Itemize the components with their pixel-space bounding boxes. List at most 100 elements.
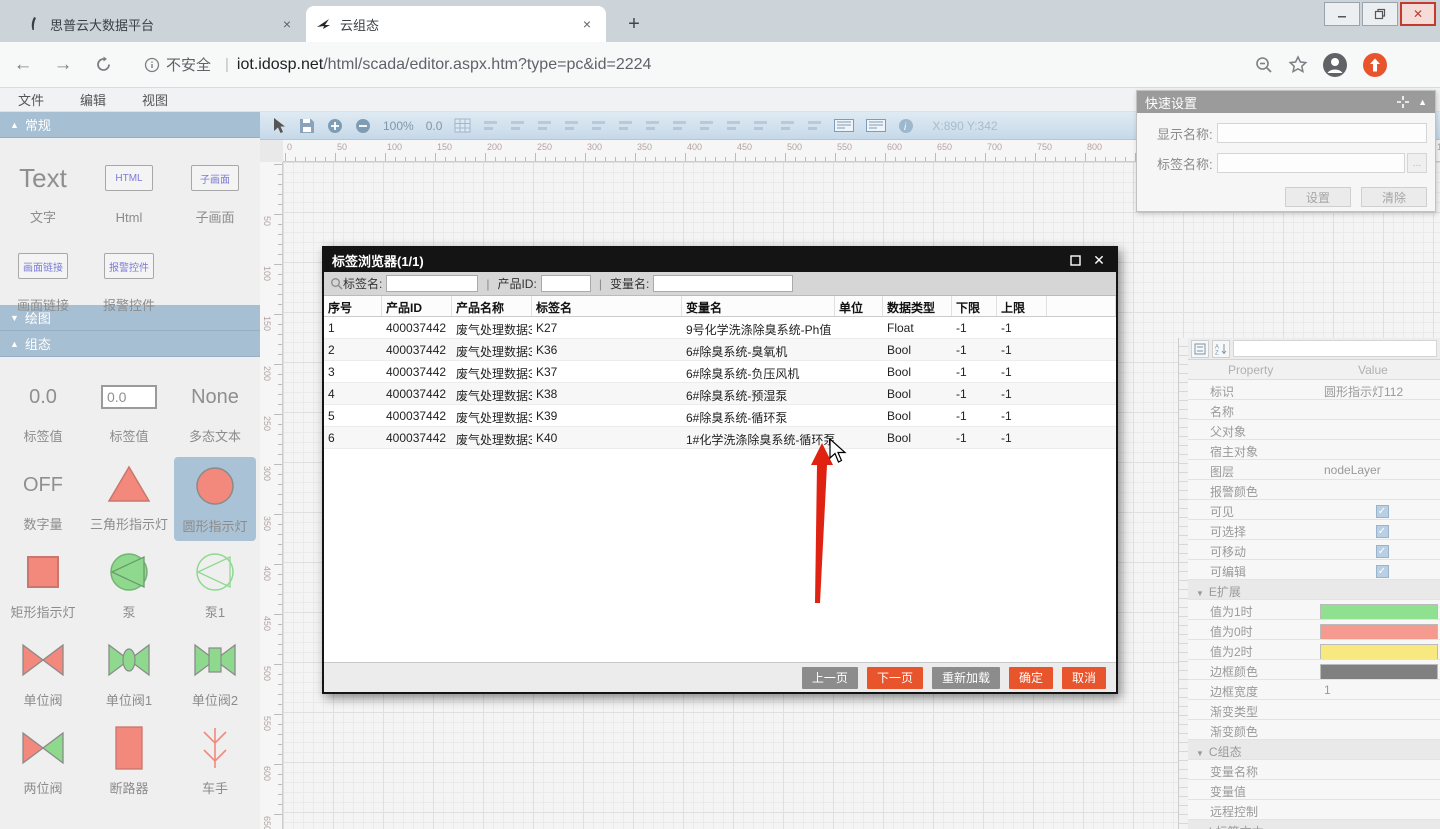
quick-settings-header[interactable]: 快速设置 ▲ xyxy=(1137,91,1435,113)
widget-unit-valve[interactable]: 单位阀 xyxy=(0,631,86,719)
widget-tag-value-box[interactable]: 0.0标签值 xyxy=(86,367,172,455)
zoom-in-icon[interactable] xyxy=(327,118,343,134)
menu-item-1[interactable]: 编辑 xyxy=(62,90,124,109)
widget-multi-state-text[interactable]: None多态文本 xyxy=(172,367,258,455)
keyboard-icon[interactable] xyxy=(834,119,854,132)
property-value[interactable]: 1 xyxy=(1318,680,1440,699)
more-button[interactable]: ... xyxy=(1407,153,1427,173)
zoom-out-icon[interactable] xyxy=(355,118,371,134)
variable-name-filter-input[interactable] xyxy=(653,275,793,292)
tag-name-filter-input[interactable] xyxy=(386,275,478,292)
color-swatch[interactable] xyxy=(1320,664,1438,679)
checkbox-checked-icon[interactable]: ✓ xyxy=(1376,525,1389,538)
property-filter-input[interactable] xyxy=(1233,340,1437,357)
widget-tag-value-text[interactable]: 0.0标签值 xyxy=(0,367,86,455)
checkbox-checked-icon[interactable]: ✓ xyxy=(1376,505,1389,518)
widget-html[interactable]: HTMLHtml xyxy=(86,148,172,236)
keyboard-icon[interactable] xyxy=(866,119,886,132)
product-id-filter-input[interactable] xyxy=(541,275,591,292)
property-value[interactable] xyxy=(1318,640,1440,659)
widget-alarm-control[interactable]: 报警控件报警控件 xyxy=(86,236,172,324)
url-field[interactable]: 不安全 | iot.idosp.net/html/scada/editor.as… xyxy=(130,49,1240,81)
property-value[interactable] xyxy=(1318,760,1440,779)
save-icon[interactable] xyxy=(299,118,315,134)
grid-toggle-icon[interactable] xyxy=(454,118,471,133)
property-value[interactable]: ✓ xyxy=(1318,540,1440,559)
widget-pump[interactable]: 泵 xyxy=(86,543,172,631)
property-value[interactable] xyxy=(1318,420,1440,439)
panel-resize-gutter[interactable] xyxy=(1179,338,1188,829)
property-value[interactable]: ✓ xyxy=(1318,500,1440,519)
categorize-icon[interactable] xyxy=(1191,340,1209,358)
maximize-icon[interactable] xyxy=(1066,251,1084,269)
prev-page-button[interactable]: 上一页 xyxy=(802,667,858,689)
property-value[interactable]: nodeLayer xyxy=(1318,460,1440,479)
close-button[interactable]: ✕ xyxy=(1400,2,1436,26)
tab-close-icon[interactable]: × xyxy=(278,15,296,33)
widget-sub-screen[interactable]: 子画面子画面 xyxy=(172,148,258,236)
clear-button[interactable]: 清除 xyxy=(1361,187,1427,207)
set-button[interactable]: 设置 xyxy=(1285,187,1351,207)
restore-button[interactable] xyxy=(1362,2,1398,26)
display-name-input[interactable] xyxy=(1217,123,1427,143)
dialog-close-icon[interactable]: ✕ xyxy=(1090,251,1108,269)
menu-item-0[interactable]: 文件 xyxy=(0,90,62,109)
widget-pump1[interactable]: 泵1 xyxy=(172,543,258,631)
info-icon[interactable]: i xyxy=(898,118,914,134)
table-row[interactable]: 3400037442废气处理数据3K376#除臭系统-负压风机Bool-1-1 xyxy=(324,361,1116,383)
property-value[interactable] xyxy=(1318,780,1440,799)
profile-avatar-icon[interactable] xyxy=(1322,52,1348,78)
property-group[interactable]: ▼E扩展 xyxy=(1188,580,1440,600)
color-swatch[interactable] xyxy=(1320,624,1438,639)
info-icon[interactable] xyxy=(144,57,160,73)
reload-button[interactable]: 重新加载 xyxy=(932,667,1000,689)
property-value[interactable] xyxy=(1318,620,1440,639)
property-value[interactable]: 圆形指示灯112 xyxy=(1318,380,1440,399)
minimize-button[interactable] xyxy=(1324,2,1360,26)
back-icon[interactable]: ← xyxy=(6,48,40,82)
property-value[interactable] xyxy=(1318,700,1440,719)
cancel-button[interactable]: 取消 xyxy=(1062,667,1106,689)
sort-az-icon[interactable]: AZ xyxy=(1212,340,1230,358)
table-row[interactable]: 6400037442废气处理数据3K401#化学洗涤除臭系统-循环泵Bool-1… xyxy=(324,427,1116,449)
menu-item-2[interactable]: 视图 xyxy=(124,90,186,109)
widget-text[interactable]: Text文字 xyxy=(0,148,86,236)
widget-rect-indicator[interactable]: 矩形指示灯 xyxy=(0,543,86,631)
reload-icon[interactable] xyxy=(86,48,120,82)
table-row[interactable]: 5400037442废气处理数据3K396#除臭系统-循环泵Bool-1-1 xyxy=(324,405,1116,427)
table-row[interactable]: 1400037442废气处理数据3K279号化学洗涤除臭系统-Ph值Float-… xyxy=(324,317,1116,339)
property-value[interactable]: ✓ xyxy=(1318,560,1440,579)
section-scada[interactable]: ▲组态 xyxy=(0,331,260,357)
table-row[interactable]: 2400037442废气处理数据3K366#除臭系统-臭氧机Bool-1-1 xyxy=(324,339,1116,361)
widget-digital-value[interactable]: OFF数字量 xyxy=(0,455,86,543)
dock-icon[interactable] xyxy=(1396,95,1410,109)
bookmark-star-icon[interactable] xyxy=(1288,55,1308,75)
checkbox-checked-icon[interactable]: ✓ xyxy=(1376,565,1389,578)
zoom-out-icon[interactable] xyxy=(1254,55,1274,75)
color-swatch[interactable] xyxy=(1320,604,1438,619)
tab-dataplatform[interactable]: 思普云大数据平台 × xyxy=(16,6,306,42)
update-icon[interactable] xyxy=(1362,52,1388,78)
property-value[interactable]: ✓ xyxy=(1318,520,1440,539)
widget-breaker[interactable]: 断路器 xyxy=(86,719,172,803)
collapse-icon[interactable]: ▲ xyxy=(1418,97,1427,107)
section-general[interactable]: ▲常规 xyxy=(0,112,260,138)
property-value[interactable] xyxy=(1318,600,1440,619)
next-page-button[interactable]: 下一页 xyxy=(867,667,923,689)
widget-two-way-valve[interactable]: 两位阀 xyxy=(0,719,86,803)
property-value[interactable] xyxy=(1318,400,1440,419)
property-value[interactable] xyxy=(1318,800,1440,819)
property-value[interactable] xyxy=(1318,480,1440,499)
table-row[interactable]: 4400037442废气处理数据3K386#除臭系统-预湿泵Bool-1-1 xyxy=(324,383,1116,405)
property-value[interactable] xyxy=(1318,660,1440,679)
tag-name-input[interactable] xyxy=(1217,153,1405,173)
checkbox-checked-icon[interactable]: ✓ xyxy=(1376,545,1389,558)
forward-icon[interactable]: → xyxy=(46,48,80,82)
widget-hand-switch[interactable]: 车手 xyxy=(172,719,258,803)
property-value[interactable] xyxy=(1318,440,1440,459)
new-tab-button[interactable]: + xyxy=(620,10,648,38)
select-cursor-icon[interactable] xyxy=(272,117,287,134)
tab-cloud-scada[interactable]: 云组态 × xyxy=(306,6,606,42)
tab-close-icon[interactable]: × xyxy=(578,15,596,33)
widget-triangle-indicator[interactable]: 三角形指示灯 xyxy=(86,455,172,543)
